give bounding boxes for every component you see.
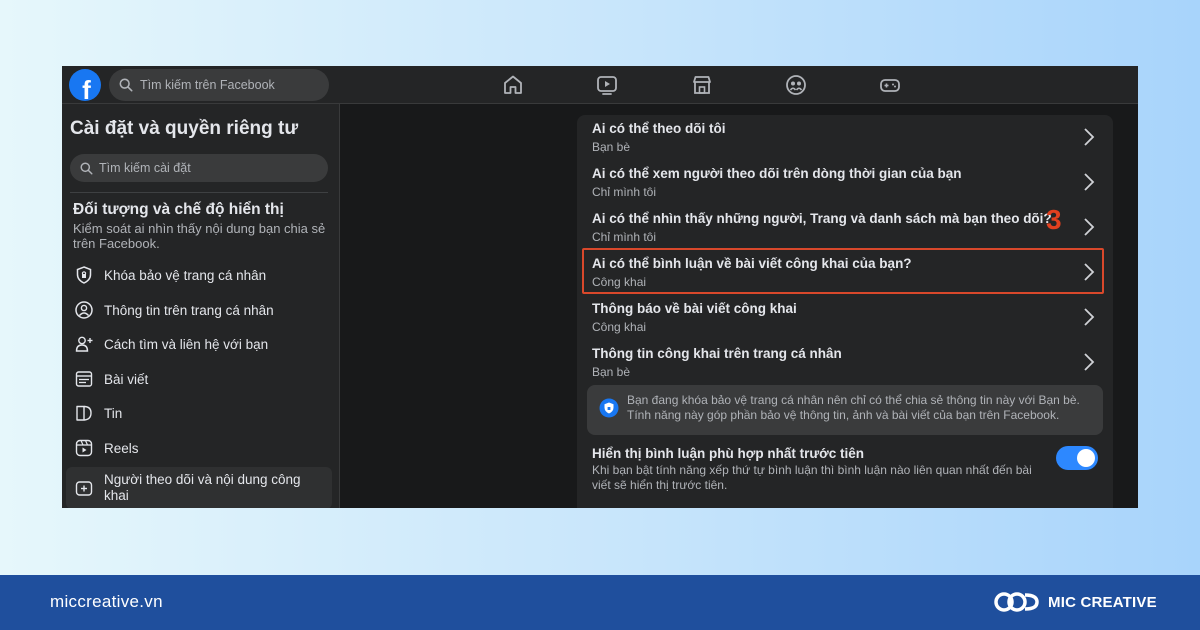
step-number: 3 bbox=[1046, 204, 1062, 235]
chevron-right-icon bbox=[1084, 218, 1095, 236]
shield-lock-icon bbox=[599, 398, 619, 418]
setting-value: Công khai bbox=[592, 320, 647, 334]
person-add-icon bbox=[75, 336, 93, 352]
sidebar-item-label: Người theo dõi và nội dung công khai bbox=[104, 472, 301, 503]
sidebar-item-label: Tin bbox=[104, 405, 123, 421]
mic-creative-logo-icon bbox=[994, 592, 1039, 612]
section-title: Đối tượng và chế độ hiển thị bbox=[73, 201, 284, 218]
setting-value: Chỉ mình tôi bbox=[592, 185, 657, 199]
sidebar-item-label: Khóa bảo vệ trang cá nhân bbox=[104, 267, 267, 283]
search-icon bbox=[119, 78, 133, 92]
footer-banner: miccreative.vn MIC CREATIVE bbox=[0, 575, 1200, 630]
profile-lock-notice: Bạn đang khóa bảo vệ trang cá nhân nên c… bbox=[587, 385, 1103, 435]
followers-icon bbox=[75, 481, 93, 496]
settings-search-placeholder: Tìm kiếm cài đặt bbox=[99, 161, 191, 175]
setting-value: Chỉ mình tôi bbox=[592, 230, 657, 244]
sidebar-item-label: Reels bbox=[104, 440, 139, 456]
chevron-right-icon bbox=[1084, 308, 1095, 326]
toggle-setting-title: Hiển thị bình luận phù hợp nhất trước ti… bbox=[592, 446, 864, 461]
setting-title: Ai có thể xem người theo dõi trên dòng t… bbox=[592, 166, 962, 181]
sidebar-item-find-contact[interactable]: Cách tìm và liên hệ với bạn bbox=[66, 327, 332, 361]
facebook-settings-screenshot: f Tìm kiếm trên Facebook Cài đặt và quyề… bbox=[62, 66, 1138, 508]
top-navigation-bar: f Tìm kiếm trên Facebook bbox=[62, 66, 1138, 104]
footer-brand-name: MIC CREATIVE bbox=[1048, 593, 1157, 611]
setting-title: Thông tin công khai trên trang cá nhân bbox=[592, 346, 842, 361]
sidebar-item-profile-info[interactable]: Thông tin trên trang cá nhân bbox=[66, 293, 332, 327]
search-icon bbox=[80, 161, 93, 175]
highlight-box bbox=[582, 248, 1104, 294]
toggle-setting-description: Khi bạn bật tính năng xếp thứ tự bình lu… bbox=[592, 463, 1032, 492]
reels-icon bbox=[75, 439, 93, 457]
content-spacer bbox=[341, 104, 577, 508]
setting-title: Thông báo về bài viết công khai bbox=[592, 301, 797, 316]
sidebar-item-reels[interactable]: Reels bbox=[66, 431, 332, 465]
sidebar-item-label: Thông tin trên trang cá nhân bbox=[104, 302, 274, 318]
chevron-right-icon bbox=[1084, 353, 1095, 371]
setting-row-public-profile-info[interactable]: Thông tin công khai trên trang cá nhân B… bbox=[577, 340, 1113, 384]
story-icon bbox=[76, 405, 92, 421]
setting-row-who-can-follow[interactable]: Ai có thể theo dõi tôi Bạn bè bbox=[577, 115, 1113, 159]
sidebar-item-profile-lock[interactable]: Khóa bảo vệ trang cá nhân bbox=[66, 258, 332, 292]
notice-text: Bạn đang khóa bảo vệ trang cá nhân nên c… bbox=[627, 393, 1080, 422]
settings-search-input[interactable]: Tìm kiếm cài đặt bbox=[70, 154, 328, 182]
setting-value: Bạn bè bbox=[592, 365, 631, 379]
toggle-knob bbox=[1077, 449, 1095, 467]
setting-value: Bạn bè bbox=[592, 140, 631, 154]
home-icon[interactable] bbox=[501, 73, 525, 97]
most-relevant-comments-toggle[interactable] bbox=[1056, 446, 1098, 470]
setting-title: Ai có thể nhìn thấy những người, Trang v… bbox=[592, 211, 1052, 226]
chevron-right-icon bbox=[1084, 128, 1095, 146]
sidebar-item-posts[interactable]: Bài viết bbox=[66, 362, 332, 396]
sidebar-item-label: Bài viết bbox=[104, 371, 149, 387]
sidebar-divider bbox=[70, 192, 328, 193]
sidebar-item-followers-public-content[interactable]: Người theo dõi và nội dung công khai bbox=[66, 467, 332, 508]
groups-icon[interactable] bbox=[784, 73, 808, 97]
shield-icon bbox=[76, 266, 92, 284]
setting-row-who-can-see-followers[interactable]: Ai có thể xem người theo dõi trên dòng t… bbox=[577, 160, 1113, 204]
setting-row-public-post-notifications[interactable]: Thông báo về bài viết công khai Công kha… bbox=[577, 295, 1113, 339]
facebook-logo-letter: f bbox=[82, 75, 91, 101]
profile-info-icon bbox=[75, 301, 93, 319]
section-description: Kiểm soát ai nhìn thấy nội dung bạn chia… bbox=[73, 221, 326, 251]
search-placeholder: Tìm kiếm trên Facebook bbox=[140, 78, 275, 92]
sidebar-title: Cài đặt và quyền riêng tư bbox=[70, 118, 299, 139]
setting-title: Ai có thể theo dõi tôi bbox=[592, 121, 726, 136]
post-icon bbox=[75, 371, 93, 387]
footer-website[interactable]: miccreative.vn bbox=[50, 592, 163, 612]
setting-row-who-can-see-following[interactable]: Ai có thể nhìn thấy những người, Trang v… bbox=[577, 205, 1113, 249]
video-icon[interactable] bbox=[595, 73, 619, 97]
facebook-search-input[interactable]: Tìm kiếm trên Facebook bbox=[109, 69, 329, 101]
marketplace-icon[interactable] bbox=[690, 73, 714, 97]
footer-brand: MIC CREATIVE bbox=[994, 587, 1157, 617]
gaming-icon[interactable] bbox=[878, 73, 902, 97]
sidebar-item-stories[interactable]: Tin bbox=[66, 396, 332, 430]
facebook-logo[interactable]: f bbox=[69, 69, 101, 101]
settings-sidebar: Cài đặt và quyền riêng tư Tìm kiếm cài đ… bbox=[62, 104, 340, 508]
chevron-right-icon bbox=[1084, 173, 1095, 191]
settings-panel: Ai có thể theo dõi tôi Bạn bè Ai có thể … bbox=[577, 115, 1113, 508]
sidebar-item-label: Cách tìm và liên hệ với bạn bbox=[104, 336, 269, 352]
